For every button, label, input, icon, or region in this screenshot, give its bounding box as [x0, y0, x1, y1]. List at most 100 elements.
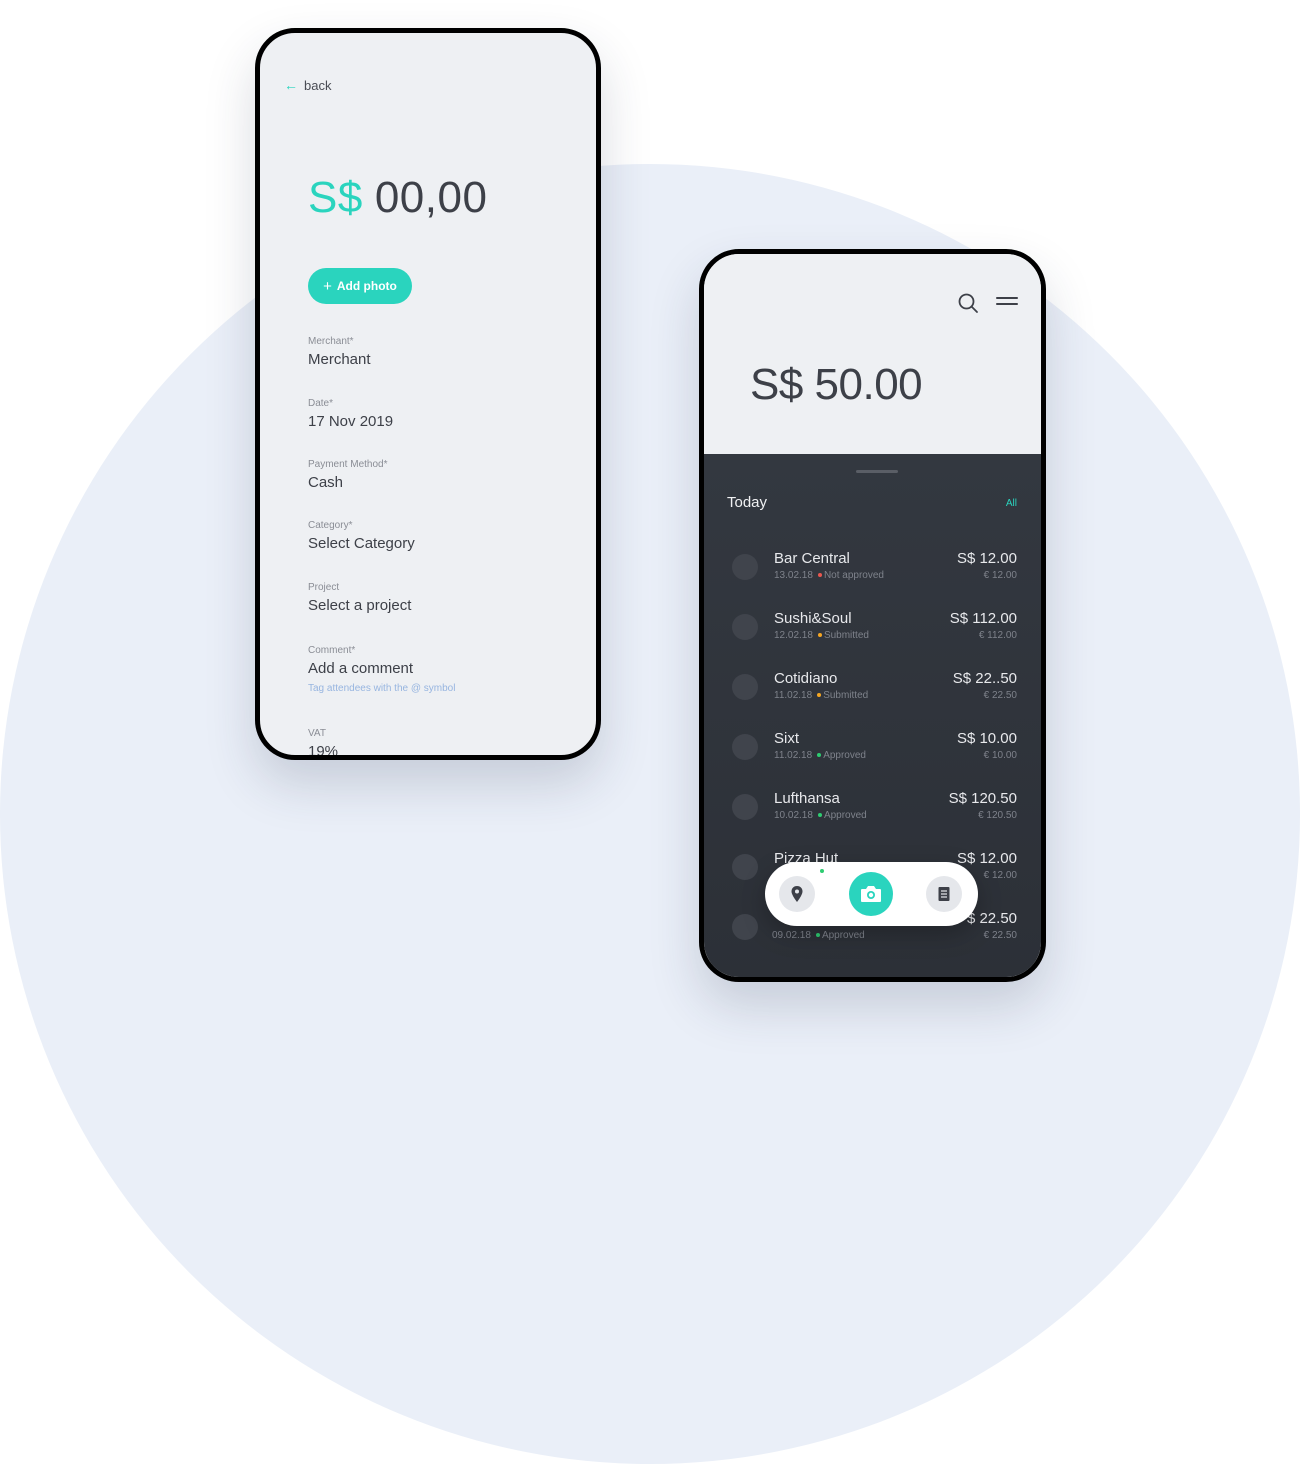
status-dot [817, 572, 822, 577]
field-value: Select Category [308, 535, 415, 552]
amount-value: 00,00 [374, 173, 488, 222]
status-label: Approved [823, 810, 867, 821]
document-icon [938, 887, 950, 901]
transaction-row[interactable]: Lufthansa 10.02.18 Approved S$ 120.50 € 1… [704, 786, 1041, 838]
status-label: Not approved [823, 570, 884, 581]
status-label: Approved [821, 930, 865, 941]
arrow-left-icon: ← [284, 77, 298, 93]
transaction-amount: S$ 112.00 [949, 610, 1017, 627]
transaction-meta: 11.02.18 Submitted [774, 690, 868, 701]
avatar [732, 554, 758, 580]
field-label: Category* [308, 520, 353, 531]
drag-handle[interactable] [856, 470, 898, 473]
add-photo-label: Add photo [336, 279, 397, 293]
field-value: Cash [308, 474, 344, 491]
comment-hint: Tag attendees with the @ symbol [308, 683, 456, 694]
field-label: Date* [308, 398, 334, 409]
merchant-name: Sushi&Soul [774, 610, 852, 627]
location-pin-icon [791, 886, 803, 902]
merchant-field[interactable]: Merchant* Merchant [308, 336, 371, 368]
field-label: Comment* [308, 645, 356, 656]
date-field[interactable]: Date* 17 Nov 2019 [308, 398, 393, 430]
add-photo-button[interactable]: + Add photo [308, 268, 412, 304]
expense-form-phone: ← back S$ 00,00 + Add photo Merchant* Mer… [255, 28, 601, 760]
payment-method-field[interactable]: Payment Method* Cash [308, 459, 388, 491]
comment-field[interactable]: Comment* Add a comment Tag attendees wit… [308, 645, 455, 694]
transaction-amount-eur: € 12.00 [983, 570, 1017, 581]
camera-icon [861, 886, 881, 902]
transaction-amount-eur: € 112.00 [978, 630, 1017, 641]
avatar [732, 674, 758, 700]
transaction-date: 13.02.18 [774, 570, 813, 581]
transaction-amount: S$ 12.00 [956, 550, 1017, 567]
transaction-meta: 10.02.18 Approved [774, 810, 867, 821]
field-value: 17 Nov 2019 [308, 413, 394, 430]
status-label: Submitted [823, 690, 869, 701]
status-dot [817, 752, 822, 757]
bottom-nav [765, 862, 978, 926]
transaction-amount: $ 22.50 [966, 910, 1017, 927]
status-dot [817, 632, 822, 637]
field-value: Add a comment [308, 660, 414, 677]
menu-icon[interactable] [996, 297, 1020, 309]
transaction-meta: 11.02.18 Approved [774, 750, 866, 761]
amount-display[interactable]: S$ 00,00 [308, 173, 487, 223]
status-label: Approved [823, 750, 866, 761]
category-field[interactable]: Category* Select Category [308, 520, 415, 552]
avatar [732, 794, 758, 820]
view-all-link[interactable]: All [1006, 498, 1017, 509]
transaction-date: 11.02.18 [774, 690, 813, 701]
field-label: Payment Method* [308, 459, 388, 470]
avatar [732, 854, 758, 880]
search-icon[interactable] [957, 292, 979, 314]
transaction-amount-eur: € 10.00 [983, 750, 1017, 761]
avatar [732, 914, 758, 940]
transaction-amount-eur: € 12.00 [983, 870, 1017, 881]
transaction-amount: S$ 12.00 [956, 850, 1017, 867]
transaction-row[interactable]: Sushi&Soul 12.02.18 Submitted S$ 112.00 €… [704, 606, 1041, 658]
field-label: VAT [308, 728, 326, 739]
field-label: Project [308, 582, 340, 593]
project-field[interactable]: Project Select a project [308, 582, 411, 614]
status-dot [817, 692, 822, 697]
transaction-amount: S$ 120.50 [948, 790, 1017, 807]
plus-icon: + [323, 277, 332, 295]
nav-indicator-dot [820, 869, 824, 873]
avatar [732, 734, 758, 760]
balance-header: S$ 50.00 [704, 254, 1041, 454]
merchant-name: Bar Central [774, 550, 850, 567]
transaction-meta: 13.02.18 Not approved [774, 570, 884, 581]
background-circle [0, 164, 1300, 1464]
back-button[interactable]: ← back [284, 77, 331, 93]
avatar [732, 614, 758, 640]
transaction-row[interactable]: Cotidiano 11.02.18 Submitted S$ 22..50 € … [704, 666, 1041, 718]
merchant-name: Cotidiano [774, 670, 838, 687]
transaction-date: 11.02.18 [774, 750, 813, 761]
transaction-amount-eur: € 22.50 [983, 690, 1017, 701]
currency-label: S$ [308, 173, 363, 222]
status-label: Submitted [823, 630, 869, 641]
transaction-meta: 12.02.18 Submitted [774, 630, 869, 641]
status-dot [815, 932, 820, 937]
receipts-button[interactable] [926, 876, 962, 912]
transaction-date: 10.02.18 [774, 810, 813, 821]
transaction-amount: S$ 10.00 [956, 730, 1017, 747]
field-value: Select a project [308, 597, 412, 614]
status-dot [817, 812, 822, 817]
field-label: Merchant* [308, 336, 354, 347]
field-value: Merchant [308, 351, 371, 368]
balance-amount: S$ 50.00 [750, 360, 923, 409]
location-button[interactable] [779, 876, 815, 912]
transaction-date: 12.02.18 [774, 630, 813, 641]
camera-button[interactable] [849, 872, 893, 916]
transaction-row[interactable]: Bar Central 13.02.18 Not approved S$ 12.0… [704, 546, 1041, 598]
transaction-date: 09.02.18 [772, 930, 811, 941]
field-value: 19% [308, 743, 339, 760]
section-title: Today [727, 494, 768, 511]
merchant-name: Lufthansa [774, 790, 840, 807]
transaction-amount-eur: € 22.50 [983, 930, 1017, 941]
vat-field[interactable]: VAT 19% [308, 728, 339, 760]
transaction-amount-eur: € 120.50 [978, 810, 1017, 821]
transaction-row[interactable]: Sixt 11.02.18 Approved S$ 10.00 € 10.00 [704, 726, 1041, 778]
back-label: back [304, 77, 332, 93]
